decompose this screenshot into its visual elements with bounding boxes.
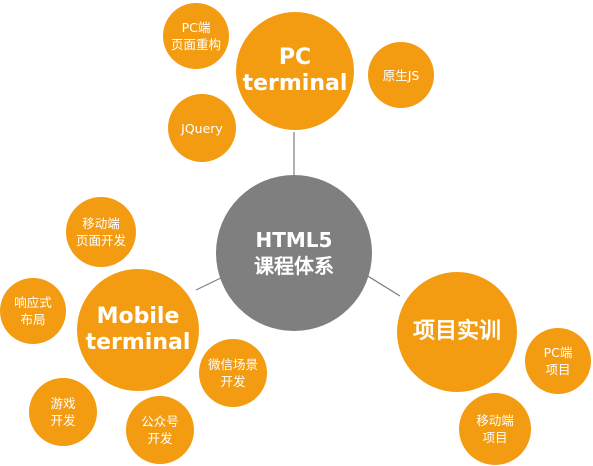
leaf-native-js-label: 原生JS [382, 67, 420, 83]
leaf-official-account-dev: 公众号 开发 [126, 396, 194, 464]
hub-node-mobile-terminal: Mobile terminal [77, 269, 199, 391]
leaf-native-js: 原生JS [368, 42, 434, 108]
leaf-pc-project-label: PC端 项目 [543, 345, 573, 377]
leaf-wechat-scene-dev-label: 微信场景 开发 [207, 357, 258, 389]
course-system-diagram: HTML5 课程体系 PC terminal Mobile terminal 项… [0, 0, 593, 466]
hub-mobile-label: Mobile terminal [85, 304, 191, 355]
hub-project-label: 项目实训 [412, 319, 501, 344]
leaf-mobile-project: 移动端 项目 [459, 393, 531, 465]
leaf-game-dev-label: 游戏 开发 [50, 396, 76, 428]
leaf-wechat-scene-dev: 微信场景 开发 [199, 339, 267, 407]
hub-pc-label: PC terminal [242, 45, 348, 96]
leaf-pc-page-rebuild: PC端 页面重构 [163, 3, 229, 69]
leaf-jquery-label: JQuery [181, 120, 223, 136]
leaf-pc-project: PC端 项目 [525, 328, 591, 394]
leaf-mobile-page-dev: 移动端 页面开发 [66, 197, 136, 267]
leaf-responsive-layout: 响应式 布局 [0, 278, 66, 344]
leaf-game-dev: 游戏 开发 [29, 378, 97, 446]
leaf-pc-page-rebuild-label: PC端 页面重构 [170, 20, 221, 52]
leaf-mobile-project-label: 移动端 项目 [476, 413, 514, 445]
center-node-html5-course: HTML5 课程体系 [216, 175, 372, 331]
hub-node-pc-terminal: PC terminal [236, 12, 354, 130]
leaf-jquery: JQuery [168, 94, 236, 162]
leaf-mobile-page-dev-label: 移动端 页面开发 [75, 216, 126, 248]
leaf-responsive-layout-label: 响应式 布局 [14, 295, 52, 327]
center-node-label: HTML5 课程体系 [254, 228, 334, 278]
hub-node-project-training: 项目实训 [397, 272, 517, 392]
leaf-official-account-dev-label: 公众号 开发 [141, 414, 179, 446]
